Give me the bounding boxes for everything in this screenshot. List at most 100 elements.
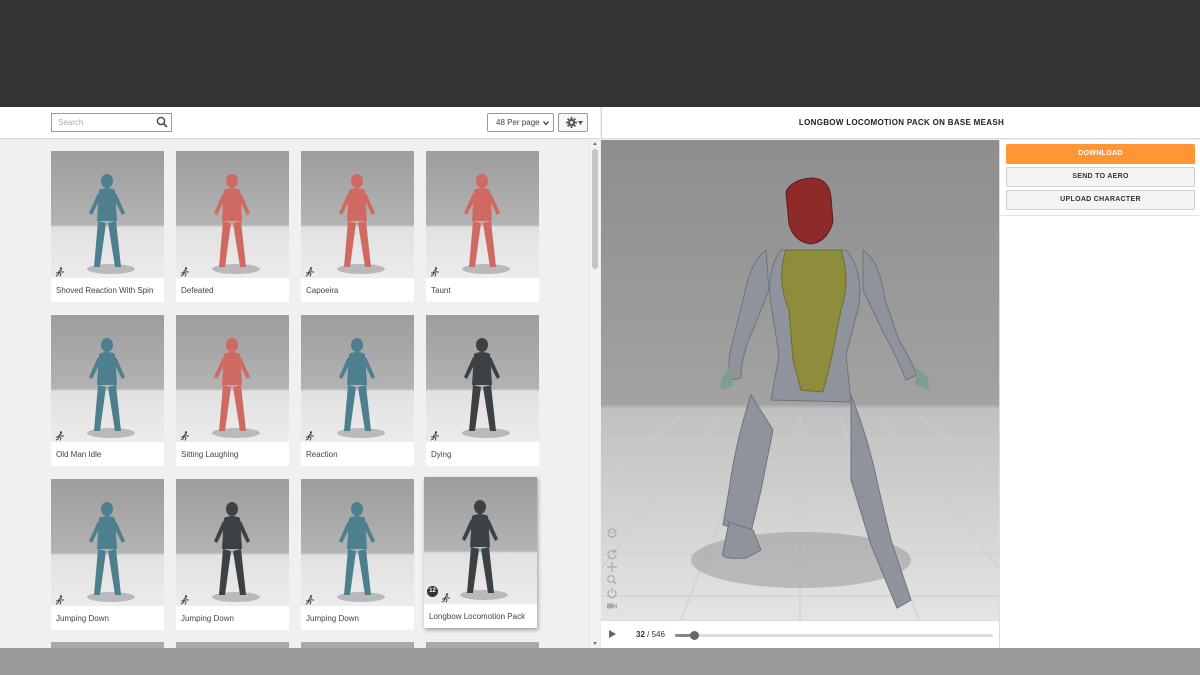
camera-icon[interactable] bbox=[606, 599, 618, 611]
animation-card-label: Jumping Down bbox=[306, 614, 359, 623]
scroll-down-icon[interactable] bbox=[593, 642, 597, 645]
run-icon bbox=[55, 428, 65, 441]
animation-thumbnail[interactable] bbox=[176, 479, 289, 606]
character-preview bbox=[462, 174, 510, 274]
library-toolbar: 48 Per page bbox=[0, 107, 600, 139]
run-icon bbox=[305, 592, 315, 605]
caret-down-icon bbox=[578, 121, 583, 125]
character-preview bbox=[337, 338, 385, 438]
animation-card-label: Shoved Reaction With Spin bbox=[56, 286, 154, 295]
run-icon bbox=[305, 264, 315, 277]
scroll-up-icon[interactable] bbox=[593, 142, 597, 145]
search-input[interactable] bbox=[52, 114, 152, 131]
animation-card[interactable]: Dying bbox=[426, 315, 539, 466]
settings-button[interactable] bbox=[558, 113, 588, 132]
character-preview bbox=[460, 500, 508, 600]
animation-card[interactable]: Old Man Idle bbox=[51, 315, 164, 466]
animation-card[interactable]: Taunt bbox=[426, 151, 539, 302]
viewport-tools bbox=[606, 527, 618, 611]
run-icon bbox=[55, 264, 65, 277]
animation-thumbnail[interactable] bbox=[301, 151, 414, 278]
scrollbar-thumb[interactable] bbox=[592, 149, 598, 269]
animation-card[interactable]: Jumping Down bbox=[301, 479, 414, 630]
character-preview bbox=[87, 338, 135, 438]
rotate-icon[interactable] bbox=[606, 547, 618, 560]
animation-card[interactable]: Jumping Down bbox=[176, 479, 289, 630]
3d-viewport[interactable] bbox=[601, 140, 999, 620]
run-icon bbox=[305, 428, 315, 441]
animation-thumbnail[interactable] bbox=[176, 151, 289, 278]
animation-card-label: Taunt bbox=[431, 286, 451, 295]
animation-thumbnail[interactable] bbox=[301, 315, 414, 442]
send-to-aero-button[interactable]: SEND TO AERO bbox=[1006, 167, 1195, 187]
zoom-icon[interactable] bbox=[606, 573, 618, 585]
animation-player: 32 / 546 bbox=[601, 620, 999, 648]
animation-card-label: Sitting Laughing bbox=[181, 450, 239, 459]
animation-card-label: Capoeira bbox=[306, 286, 339, 295]
chevron-down-icon bbox=[543, 121, 549, 126]
reset-icon[interactable] bbox=[606, 586, 618, 599]
animation-card[interactable]: Capoeira bbox=[301, 151, 414, 302]
timeline-knob[interactable] bbox=[689, 631, 699, 640]
download-button[interactable]: DOWNLOAD bbox=[1006, 144, 1195, 164]
total-frames: 546 bbox=[651, 630, 665, 639]
search-icon[interactable] bbox=[156, 116, 168, 128]
animation-card-label: Reaction bbox=[306, 450, 338, 459]
actions-panel: DOWNLOAD SEND TO AERO UPLOAD CHARACTER bbox=[999, 140, 1200, 648]
animation-card[interactable]: 12 Longbow Locomotion Pack bbox=[424, 477, 537, 628]
per-page-value: 48 Per page bbox=[496, 118, 540, 127]
play-icon[interactable] bbox=[609, 630, 616, 638]
current-frame: 32 bbox=[636, 630, 645, 639]
animation-card[interactable]: Defeated bbox=[176, 151, 289, 302]
bottom-bar bbox=[0, 648, 1200, 675]
character-preview bbox=[462, 338, 510, 438]
run-icon bbox=[180, 592, 190, 605]
animation-thumbnail[interactable] bbox=[426, 151, 539, 278]
pan-icon[interactable] bbox=[606, 560, 618, 572]
grid-scrollbar[interactable] bbox=[589, 140, 600, 648]
character-preview bbox=[337, 174, 385, 274]
animation-thumbnail[interactable] bbox=[176, 315, 289, 442]
run-icon bbox=[180, 264, 190, 277]
search-box bbox=[51, 113, 172, 132]
animation-card-label: Jumping Down bbox=[56, 614, 109, 623]
animation-card[interactable]: Jumping Down bbox=[51, 479, 164, 630]
animation-thumbnail[interactable] bbox=[51, 151, 164, 278]
run-icon bbox=[441, 590, 451, 603]
timeline-track[interactable] bbox=[675, 631, 993, 640]
character-preview bbox=[212, 338, 260, 438]
animation-card-label: Old Man Idle bbox=[56, 450, 102, 459]
animation-thumbnail[interactable] bbox=[51, 315, 164, 442]
animation-thumbnail[interactable] bbox=[51, 479, 164, 606]
animation-thumbnail[interactable] bbox=[424, 477, 537, 604]
preview-title: LONGBOW LOCOMOTION PACK ON BASE MEASH bbox=[798, 118, 1005, 127]
divider bbox=[1000, 215, 1200, 216]
upload-character-button[interactable]: UPLOAD CHARACTER bbox=[1006, 190, 1195, 210]
pack-count-badge: 12 bbox=[427, 586, 438, 597]
frame-counter: 32 / 546 bbox=[636, 630, 665, 639]
animation-card[interactable]: Shoved Reaction With Spin bbox=[51, 151, 164, 302]
animation-card[interactable]: Reaction bbox=[301, 315, 414, 466]
animation-thumbnail[interactable] bbox=[426, 315, 539, 442]
preview-header: LONGBOW LOCOMOTION PACK ON BASE MEASH bbox=[601, 107, 1200, 139]
character-preview bbox=[337, 502, 385, 602]
character-preview bbox=[212, 502, 260, 602]
run-icon bbox=[430, 428, 440, 441]
gear-icon bbox=[566, 117, 577, 128]
frame-separator: / bbox=[647, 630, 650, 639]
animation-thumbnail[interactable] bbox=[301, 479, 414, 606]
run-icon bbox=[180, 428, 190, 441]
run-icon bbox=[55, 592, 65, 605]
animation-card-label: Dying bbox=[431, 450, 452, 459]
animation-card-label: Jumping Down bbox=[181, 614, 234, 623]
skeleton-icon[interactable] bbox=[606, 527, 618, 539]
per-page-select[interactable]: 48 Per page bbox=[487, 113, 554, 132]
character-preview bbox=[212, 174, 260, 274]
animation-card-label: Defeated bbox=[181, 286, 214, 295]
character-preview bbox=[87, 174, 135, 274]
preview-scene bbox=[601, 177, 999, 620]
run-icon bbox=[430, 264, 440, 277]
top-bar bbox=[0, 0, 1200, 107]
animation-card-label: Longbow Locomotion Pack bbox=[429, 612, 526, 621]
animation-card[interactable]: Sitting Laughing bbox=[176, 315, 289, 466]
